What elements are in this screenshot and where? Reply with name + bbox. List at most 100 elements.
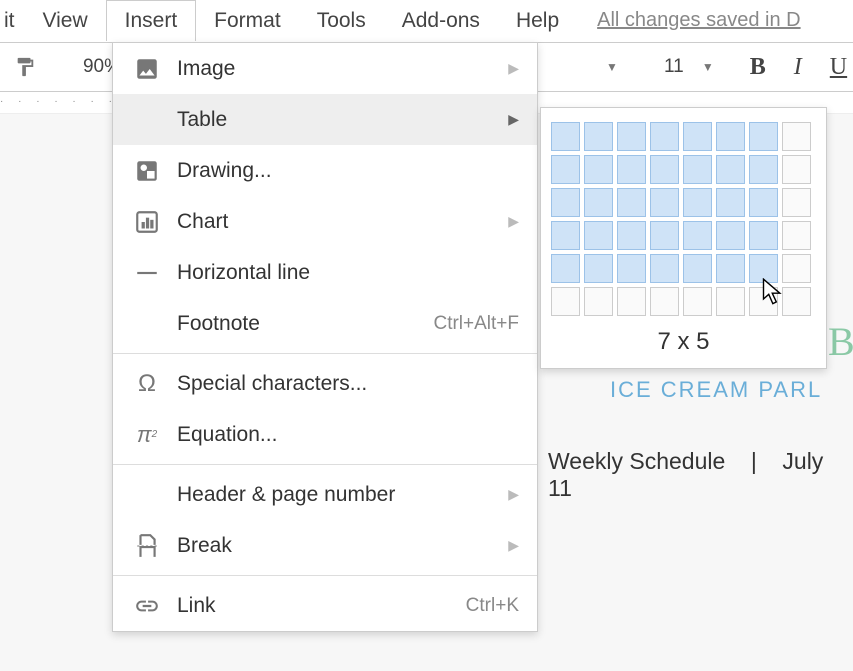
- menu-format[interactable]: Format: [196, 1, 299, 41]
- table-icon: [131, 104, 163, 136]
- table-grid-cell[interactable]: [617, 122, 646, 151]
- table-grid-cell[interactable]: [716, 188, 745, 217]
- table-grid-cell[interactable]: [617, 287, 646, 316]
- table-grid-cell[interactable]: [617, 254, 646, 283]
- menu-item-chart[interactable]: Chart ▶: [113, 196, 537, 247]
- italic-button[interactable]: I: [780, 43, 816, 91]
- table-grid-cell[interactable]: [749, 122, 778, 151]
- table-grid-cell[interactable]: [650, 155, 679, 184]
- table-grid-cell[interactable]: [584, 287, 613, 316]
- menu-item-horizontal-line[interactable]: Horizontal line: [113, 247, 537, 298]
- table-grid-cell[interactable]: [650, 221, 679, 250]
- menu-item-drawing[interactable]: Drawing...: [113, 145, 537, 196]
- table-size-grid[interactable]: [551, 122, 816, 316]
- header-icon: [131, 479, 163, 511]
- table-grid-cell[interactable]: [782, 287, 811, 316]
- table-grid-cell[interactable]: [782, 221, 811, 250]
- table-grid-cell[interactable]: [617, 221, 646, 250]
- table-submenu: 7 x 5: [540, 107, 827, 369]
- menu-item-header-page-number[interactable]: Header & page number ▶: [113, 469, 537, 520]
- table-grid-cell[interactable]: [650, 188, 679, 217]
- menu-help[interactable]: Help: [498, 1, 577, 41]
- table-grid-cell[interactable]: [782, 188, 811, 217]
- link-icon: [131, 590, 163, 622]
- table-grid-cell[interactable]: [716, 221, 745, 250]
- menu-addons[interactable]: Add-ons: [384, 1, 498, 41]
- menu-item-label: Special characters...: [177, 372, 519, 396]
- table-grid-cell[interactable]: [683, 287, 712, 316]
- menu-view[interactable]: View: [25, 1, 106, 41]
- menu-separator: [113, 575, 537, 576]
- menu-item-table[interactable]: Table ▶: [113, 94, 537, 145]
- document-title-partial: B: [828, 318, 853, 365]
- page-break-icon: [131, 530, 163, 562]
- menu-item-break[interactable]: Break ▶: [113, 520, 537, 571]
- menu-item-link[interactable]: Link Ctrl+K: [113, 580, 537, 631]
- table-grid-cell[interactable]: [749, 254, 778, 283]
- font-dropdown-caret[interactable]: ▼: [584, 43, 632, 91]
- chart-icon: [131, 206, 163, 238]
- menu-shortcut: Ctrl+Alt+F: [433, 313, 519, 335]
- bold-button[interactable]: B: [736, 43, 780, 91]
- table-grid-cell[interactable]: [617, 155, 646, 184]
- font-size-dropdown[interactable]: 11 ▼: [640, 43, 728, 91]
- table-grid-cell[interactable]: [584, 155, 613, 184]
- table-grid-cell[interactable]: [683, 122, 712, 151]
- menu-item-label: Horizontal line: [177, 261, 519, 285]
- chevron-down-icon: ▼: [702, 60, 714, 74]
- table-grid-cell[interactable]: [650, 287, 679, 316]
- table-grid-cell[interactable]: [551, 122, 580, 151]
- table-size-label: 7 x 5: [551, 328, 816, 356]
- table-grid-cell[interactable]: [749, 188, 778, 217]
- table-grid-cell[interactable]: [683, 155, 712, 184]
- table-grid-cell[interactable]: [749, 221, 778, 250]
- table-grid-cell[interactable]: [782, 254, 811, 283]
- insert-dropdown: Image ▶ Table ▶ Drawing... Chart ▶ Horiz…: [112, 42, 538, 632]
- menu-insert[interactable]: Insert: [106, 0, 197, 41]
- schedule-separator: |: [751, 448, 757, 474]
- menu-item-label: Table: [177, 108, 508, 132]
- table-grid-cell[interactable]: [683, 254, 712, 283]
- table-grid-cell[interactable]: [650, 254, 679, 283]
- table-grid-cell[interactable]: [650, 122, 679, 151]
- table-grid-cell[interactable]: [782, 155, 811, 184]
- menu-item-label: Break: [177, 534, 508, 558]
- pi-icon: π2: [131, 419, 163, 451]
- submenu-arrow-icon: ▶: [508, 486, 519, 503]
- menu-item-footnote[interactable]: Footnote Ctrl+Alt+F: [113, 298, 537, 349]
- image-icon: [131, 53, 163, 85]
- table-grid-cell[interactable]: [716, 155, 745, 184]
- paint-format-icon[interactable]: [0, 43, 50, 91]
- table-grid-cell[interactable]: [551, 287, 580, 316]
- table-grid-cell[interactable]: [749, 287, 778, 316]
- table-grid-cell[interactable]: [551, 254, 580, 283]
- menu-item-label: Drawing...: [177, 159, 519, 183]
- menu-item-special-characters[interactable]: Ω Special characters...: [113, 358, 537, 409]
- menu-edit-partial[interactable]: it: [0, 1, 25, 41]
- font-size-value: 11: [654, 56, 694, 78]
- table-grid-cell[interactable]: [782, 122, 811, 151]
- menu-tools[interactable]: Tools: [299, 1, 384, 41]
- table-grid-cell[interactable]: [551, 221, 580, 250]
- table-grid-row: [551, 122, 816, 151]
- changes-saved-link[interactable]: All changes saved in D: [597, 9, 800, 32]
- footnote-icon: [131, 308, 163, 340]
- table-grid-cell[interactable]: [551, 188, 580, 217]
- table-grid-cell[interactable]: [617, 188, 646, 217]
- menu-item-image[interactable]: Image ▶: [113, 43, 537, 94]
- table-grid-cell[interactable]: [683, 188, 712, 217]
- underline-button[interactable]: U: [816, 43, 853, 91]
- table-grid-cell[interactable]: [716, 122, 745, 151]
- menu-item-equation[interactable]: π2 Equation...: [113, 409, 537, 460]
- table-grid-cell[interactable]: [716, 254, 745, 283]
- table-grid-cell[interactable]: [584, 122, 613, 151]
- table-grid-cell[interactable]: [749, 155, 778, 184]
- submenu-arrow-icon: ▶: [508, 213, 519, 230]
- table-grid-cell[interactable]: [716, 287, 745, 316]
- table-grid-cell[interactable]: [584, 221, 613, 250]
- menu-item-label: Header & page number: [177, 483, 508, 507]
- table-grid-cell[interactable]: [551, 155, 580, 184]
- table-grid-cell[interactable]: [584, 188, 613, 217]
- table-grid-cell[interactable]: [584, 254, 613, 283]
- table-grid-cell[interactable]: [683, 221, 712, 250]
